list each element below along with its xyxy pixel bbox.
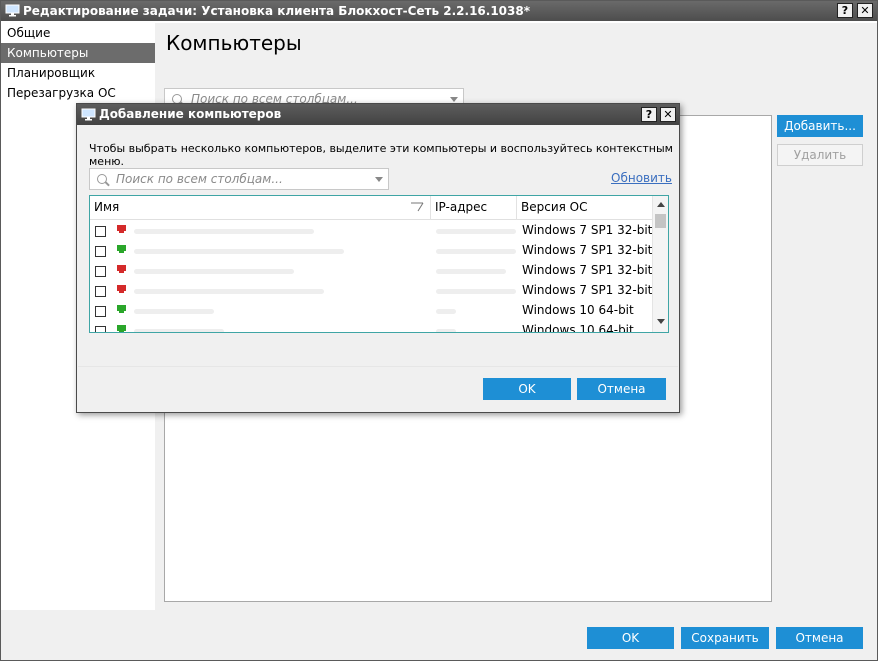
help-button[interactable]: ? [837, 3, 853, 18]
window-title: Редактирование задачи: Установка клиента… [23, 4, 530, 18]
ok-button[interactable]: OK [587, 627, 674, 649]
sort-icon [411, 202, 424, 212]
dialog-separator [78, 366, 678, 367]
monitor-icon [81, 108, 96, 121]
sidebar-item-general[interactable]: Общие [1, 23, 155, 43]
grid-scrollbar[interactable] [652, 196, 668, 332]
computer-icon [117, 305, 126, 313]
scroll-thumb[interactable] [655, 214, 666, 228]
add-computers-dialog: Добавление компьютеров ? ✕ Чтобы выбрать… [76, 103, 680, 413]
dialog-search-input[interactable]: Поиск по всем столбцам... [89, 168, 389, 190]
dialog-search-placeholder: Поиск по всем столбцам... [116, 172, 283, 186]
sidebar-item-computers[interactable]: Компьютеры [1, 43, 155, 63]
dialog-hint: Чтобы выбрать несколько компьютеров, выд… [89, 142, 673, 168]
close-button[interactable]: ✕ [857, 3, 873, 18]
chevron-down-icon[interactable] [450, 97, 458, 102]
redacted-ip [436, 229, 516, 234]
redacted-name [134, 269, 294, 274]
remove-button[interactable]: Удалить [777, 144, 863, 166]
table-row[interactable]: Windows 7 SP1 32-bit [90, 261, 653, 281]
chevron-down-icon[interactable] [375, 177, 383, 182]
footer-bar: OK Сохранить Отмена [1, 610, 877, 660]
add-button[interactable]: Добавить... [777, 115, 863, 137]
row-checkbox[interactable] [95, 286, 106, 297]
scroll-down-icon[interactable] [657, 319, 665, 324]
dialog-close-button[interactable]: ✕ [660, 107, 676, 122]
page-title: Компьютеры [166, 31, 302, 55]
grid-header: Имя IP-адрес Версия ОС [90, 196, 653, 220]
redacted-name [134, 249, 344, 254]
dialog-ok-button[interactable]: OK [483, 378, 571, 400]
redacted-name [134, 329, 224, 332]
redacted-ip [436, 269, 506, 274]
computer-icon [117, 285, 126, 293]
column-header-ip[interactable]: IP-адрес [431, 196, 517, 220]
os-version-cell: Windows 7 SP1 32-bit [522, 263, 653, 277]
row-checkbox[interactable] [95, 306, 106, 317]
sidebar-item-reboot[interactable]: Перезагрузка ОС [1, 83, 155, 103]
computer-icon [117, 245, 126, 253]
redacted-ip [436, 329, 456, 332]
os-version-cell: Windows 7 SP1 32-bit [522, 243, 653, 257]
dialog-help-button[interactable]: ? [641, 107, 657, 122]
monitor-icon [5, 4, 20, 17]
save-button[interactable]: Сохранить [681, 627, 769, 649]
column-header-name[interactable]: Имя [90, 196, 431, 220]
redacted-name [134, 309, 214, 314]
computers-grid[interactable]: Имя IP-адрес Версия ОС Windows 7 SP1 32-… [89, 195, 669, 333]
table-row[interactable]: Windows 10 64-bit [90, 321, 653, 333]
table-row[interactable]: Windows 10 64-bit [90, 301, 653, 321]
redacted-ip [436, 249, 516, 254]
computer-icon [117, 225, 126, 233]
row-checkbox[interactable] [95, 326, 106, 332]
row-checkbox[interactable] [95, 266, 106, 277]
row-checkbox[interactable] [95, 226, 106, 237]
dialog-cancel-button[interactable]: Отмена [577, 378, 666, 400]
os-version-cell: Windows 7 SP1 32-bit [522, 223, 653, 237]
search-icon [97, 174, 107, 184]
refresh-link[interactable]: Обновить [611, 171, 672, 185]
row-checkbox[interactable] [95, 246, 106, 257]
dialog-titlebar: Добавление компьютеров [77, 104, 679, 125]
redacted-ip [436, 309, 456, 314]
table-row[interactable]: Windows 7 SP1 32-bit [90, 241, 653, 261]
computer-icon [117, 265, 126, 273]
redacted-ip [436, 289, 516, 294]
table-row[interactable]: Windows 7 SP1 32-bit [90, 221, 653, 241]
computer-icon [117, 325, 126, 332]
redacted-name [134, 289, 324, 294]
os-version-cell: Windows 10 64-bit [522, 303, 634, 317]
os-version-cell: Windows 7 SP1 32-bit [522, 283, 653, 297]
window-titlebar: Редактирование задачи: Установка клиента… [1, 1, 877, 21]
cancel-button[interactable]: Отмена [776, 627, 863, 649]
scroll-up-icon[interactable] [657, 202, 665, 207]
dialog-title: Добавление компьютеров [99, 107, 282, 121]
os-version-cell: Windows 10 64-bit [522, 323, 634, 333]
column-header-os[interactable]: Версия ОС [517, 196, 653, 220]
redacted-name [134, 229, 314, 234]
sidebar-item-scheduler[interactable]: Планировщик [1, 63, 155, 83]
table-row[interactable]: Windows 7 SP1 32-bit [90, 281, 653, 301]
